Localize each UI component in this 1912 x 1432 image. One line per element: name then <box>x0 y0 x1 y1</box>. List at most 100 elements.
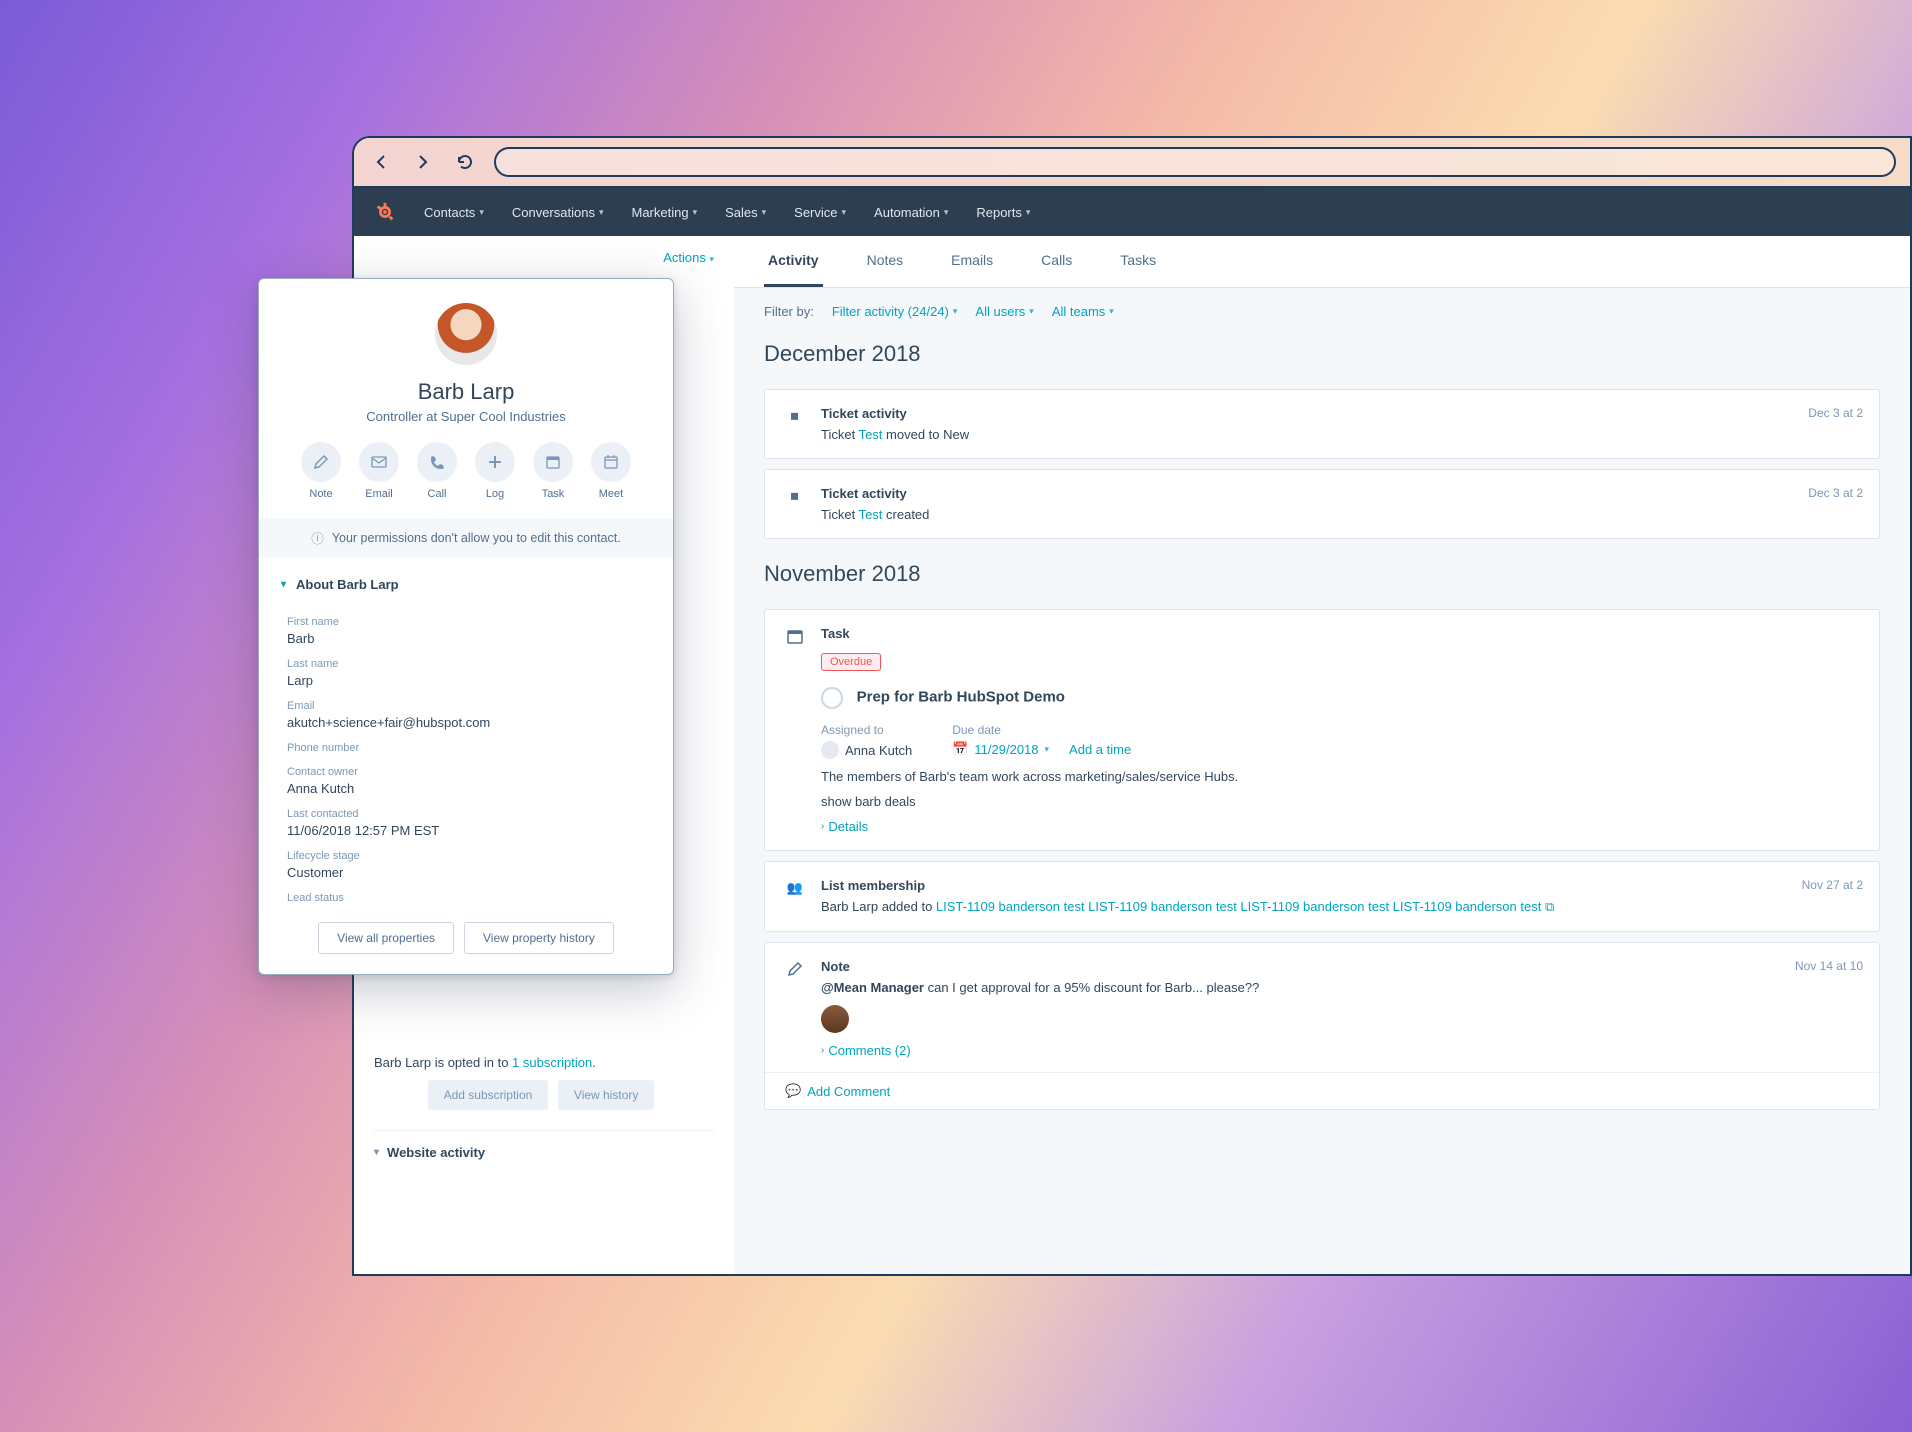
view-all-properties-button[interactable]: View all properties <box>318 922 454 954</box>
reload-button[interactable] <box>452 149 478 175</box>
filter-teams[interactable]: All teams▾ <box>1052 304 1114 319</box>
info-icon: ⓘ <box>311 528 324 547</box>
card-timestamp: Nov 27 at 2 <box>1802 878 1863 892</box>
list-links[interactable]: LIST-1109 banderson test LIST-1109 bande… <box>936 899 1541 914</box>
prop-label: Lead status <box>287 892 645 904</box>
task-button[interactable] <box>533 442 573 482</box>
assigned-value[interactable]: Anna Kutch <box>821 741 912 759</box>
app-topnav: Contacts▾ Conversations▾ Marketing▾ Sale… <box>354 188 1910 236</box>
task-description: The members of Barb's team work across m… <box>821 769 1859 784</box>
url-bar[interactable] <box>494 147 1896 177</box>
filter-users[interactable]: All users▾ <box>975 304 1033 319</box>
subscription-link[interactable]: 1 subscription <box>512 1055 592 1070</box>
note-button[interactable] <box>301 442 341 482</box>
ticket-icon: ◆ <box>781 402 809 430</box>
view-history-button[interactable]: View history <box>558 1080 654 1110</box>
tab-calls[interactable]: Calls <box>1037 236 1076 287</box>
tab-emails[interactable]: Emails <box>947 236 997 287</box>
browser-toolbar <box>354 138 1910 188</box>
task-card: Task Overdue Prep for Barb HubSpot Demo … <box>764 609 1880 851</box>
task-description: show barb deals <box>821 794 1859 809</box>
card-title: Ticket activity <box>821 406 1859 421</box>
nav-service[interactable]: Service▾ <box>794 205 846 220</box>
log-button[interactable] <box>475 442 515 482</box>
back-button[interactable] <box>368 149 394 175</box>
contact-actions: Note Email Call Log Task Meet <box>259 442 673 500</box>
due-label: Due date <box>952 723 1131 737</box>
ticket-activity-card: ◆ Dec 3 at 2 Ticket activity Ticket Test… <box>764 389 1880 459</box>
add-comment-button[interactable]: 💬 Add Comment <box>765 1072 1879 1109</box>
task-name[interactable]: Prep for Barb HubSpot Demo <box>857 688 1065 705</box>
nav-marketing[interactable]: Marketing▾ <box>631 205 697 220</box>
filter-activity[interactable]: Filter activity (24/24)▾ <box>832 304 958 319</box>
nav-reports[interactable]: Reports▾ <box>976 205 1030 220</box>
assigned-label: Assigned to <box>821 723 912 737</box>
prop-value: Customer <box>287 865 645 880</box>
call-button[interactable] <box>417 442 457 482</box>
nav-contacts[interactable]: Contacts▾ <box>424 205 484 220</box>
task-checkbox[interactable] <box>821 687 843 709</box>
subscription-text: Barb Larp is opted in to 1 subscription. <box>374 1055 596 1070</box>
filter-bar: Filter by: Filter activity (24/24)▾ All … <box>734 288 1910 329</box>
tab-tasks[interactable]: Tasks <box>1116 236 1160 287</box>
add-subscription-button[interactable]: Add subscription <box>428 1080 549 1110</box>
prop-label: Contact owner <box>287 766 645 778</box>
note-text: @Mean Manager can I get approval for a 9… <box>821 980 1859 995</box>
prop-label: First name <box>287 616 645 628</box>
prop-value: akutch+science+fair@hubspot.com <box>287 715 645 730</box>
contact-card: Barb Larp Controller at Super Cool Indus… <box>258 278 674 975</box>
note-card: Nov 14 at 10 Note @Mean Manager can I ge… <box>764 942 1880 1110</box>
nav-conversations[interactable]: Conversations▾ <box>512 205 604 220</box>
comment-icon: 💬 <box>785 1083 801 1099</box>
view-property-history-button[interactable]: View property history <box>464 922 614 954</box>
calendar-icon: 📅 <box>952 741 968 757</box>
details-toggle[interactable]: ›Details <box>821 819 1859 834</box>
right-column: Activity Notes Emails Calls Tasks Filter… <box>734 236 1910 1274</box>
ticket-link[interactable]: Test <box>859 427 883 442</box>
card-text: Ticket Test moved to New <box>821 427 1859 442</box>
chevron-down-icon: ▾ <box>374 1147 379 1158</box>
meet-button[interactable] <box>591 442 631 482</box>
people-icon: 👥 <box>785 878 805 898</box>
note-author-avatar <box>821 1005 849 1033</box>
card-timestamp: Dec 3 at 2 <box>1808 406 1863 420</box>
tab-activity[interactable]: Activity <box>764 236 823 287</box>
prop-value: Larp <box>287 673 645 688</box>
month-november: November 2018 <box>734 549 1910 599</box>
prop-label: Lifecycle stage <box>287 850 645 862</box>
avatar-icon <box>821 741 839 759</box>
ticket-link[interactable]: Test <box>859 507 883 522</box>
nav-sales[interactable]: Sales▾ <box>725 205 766 220</box>
external-link-icon[interactable]: ⧉ <box>1545 899 1554 914</box>
forward-button[interactable] <box>410 149 436 175</box>
website-activity-section[interactable]: ▾ Website activity <box>374 1130 714 1174</box>
card-text: Barb Larp added to LIST-1109 banderson t… <box>821 899 1859 915</box>
task-icon <box>785 626 805 646</box>
prop-label: Last name <box>287 658 645 670</box>
add-time-link[interactable]: Add a time <box>1069 742 1131 757</box>
prop-value: Anna Kutch <box>287 781 645 796</box>
contact-name: Barb Larp <box>259 379 673 405</box>
card-timestamp: Dec 3 at 2 <box>1808 486 1863 500</box>
subscription-section: Barb Larp is opted in to 1 subscription.… <box>374 1035 714 1130</box>
about-section-header[interactable]: ▾ About Barb Larp <box>259 565 673 604</box>
card-timestamp: Nov 14 at 10 <box>1795 959 1863 973</box>
list-membership-card: 👥 Nov 27 at 2 List membership Barb Larp … <box>764 861 1880 932</box>
nav-automation[interactable]: Automation▾ <box>874 205 948 220</box>
prop-label: Phone number <box>287 742 645 754</box>
email-button[interactable] <box>359 442 399 482</box>
activity-tabs: Activity Notes Emails Calls Tasks <box>734 236 1910 288</box>
actions-dropdown[interactable]: Actions ▾ <box>374 250 714 265</box>
prop-label: Last contacted <box>287 808 645 820</box>
comments-toggle[interactable]: ›Comments (2) <box>821 1043 1859 1058</box>
contact-role: Controller at Super Cool Industries <box>259 409 673 424</box>
permission-notice: ⓘ Your permissions don't allow you to ed… <box>259 518 673 557</box>
chevron-down-icon: ▾ <box>281 579 286 590</box>
due-date-picker[interactable]: 11/29/2018 <box>974 742 1038 757</box>
card-title: Note <box>821 959 1859 974</box>
card-title: Task <box>821 626 1859 641</box>
month-december: December 2018 <box>734 329 1910 379</box>
tab-notes[interactable]: Notes <box>863 236 908 287</box>
hubspot-logo-icon <box>374 201 396 223</box>
card-text: Ticket Test created <box>821 507 1859 522</box>
